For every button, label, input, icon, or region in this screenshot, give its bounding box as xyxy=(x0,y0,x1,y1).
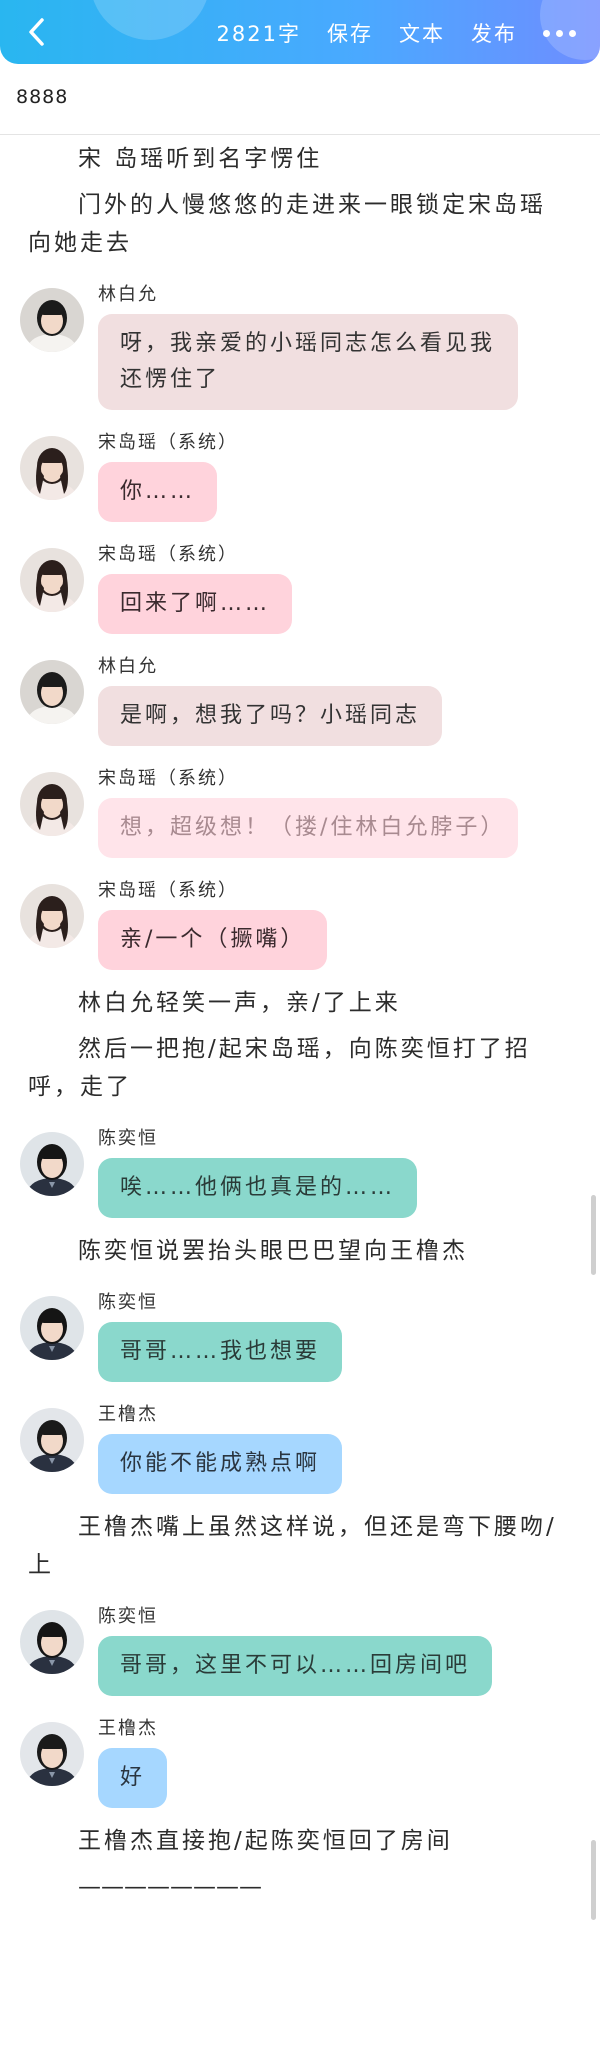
avatar[interactable] xyxy=(20,1408,84,1472)
narration-paragraph: 陈奕恒说罢抬头眼巴巴望向王橹杰 xyxy=(78,1238,468,1264)
sender-name: 宋岛瑶（系统） xyxy=(98,432,238,453)
message-bubble[interactable]: 好 xyxy=(98,1748,168,1808)
narration-paragraph: 宋 岛瑶听到名字愣住 xyxy=(78,146,323,172)
message-bubble[interactable]: 哥哥……我也想要 xyxy=(98,1322,343,1382)
sender-name: 宋岛瑶（系统） xyxy=(98,880,238,901)
more-dots-icon[interactable] xyxy=(543,29,576,37)
chat-message: 王橹杰好 xyxy=(0,1710,600,1808)
decorative-blob xyxy=(90,0,210,40)
sender-name: 宋岛瑶（系统） xyxy=(98,768,238,789)
sender-name: 陈奕恒 xyxy=(98,1606,158,1627)
document-title[interactable]: 8888 xyxy=(16,86,68,108)
message-bubble[interactable]: 是啊，想我了吗？小瑶同志 xyxy=(98,686,443,746)
avatar[interactable] xyxy=(20,660,84,724)
word-count: 2821字 xyxy=(216,22,301,46)
sender-name: 陈奕恒 xyxy=(98,1292,158,1313)
narration-paragraph: 然后一把抱/起宋岛瑶，向陈奕恒打了招呼，走了 xyxy=(28,1036,531,1100)
message-bubble[interactable]: 亲/一个（撅嘴） xyxy=(98,910,328,970)
scrollbar[interactable] xyxy=(591,1195,596,1275)
chat-message: 林白允是啊，想我了吗？小瑶同志 xyxy=(0,648,600,746)
chat-message: 宋岛瑶（系统） 亲/一个（撅嘴） xyxy=(0,872,600,970)
narration-paragraph: 门外的人慢悠悠的走进来一眼锁定宋岛瑶向她走去 xyxy=(28,192,546,256)
avatar[interactable] xyxy=(20,548,84,612)
message-bubble[interactable]: 想，超级想！（搂/住林白允脖子） xyxy=(98,798,518,858)
avatar[interactable] xyxy=(20,1132,84,1196)
chat-message: 林白允呀，我亲爱的小瑶同志怎么看见我还愣住了 xyxy=(0,276,600,410)
narration-paragraph: 王橹杰直接抱/起陈奕恒回了房间 xyxy=(78,1828,453,1854)
publish-button[interactable]: 发布 xyxy=(471,18,517,48)
save-button[interactable]: 保存 xyxy=(327,18,373,48)
narration-paragraph: ———————— xyxy=(78,1874,262,1900)
chat-message: 宋岛瑶（系统） 你…… xyxy=(0,424,600,522)
sender-name: 王橹杰 xyxy=(98,1718,158,1739)
sender-name: 宋岛瑶（系统） xyxy=(98,544,238,565)
sender-name: 陈奕恒 xyxy=(98,1128,158,1149)
narration-paragraph: 林白允轻笑一声，亲/了上来 xyxy=(78,990,401,1016)
chat-message: 陈奕恒唉……他俩也真是的…… xyxy=(0,1120,600,1218)
avatar[interactable] xyxy=(20,884,84,948)
avatar[interactable] xyxy=(20,436,84,500)
top-toolbar: 2821字 保存 文本 发布 xyxy=(0,0,600,64)
chat-content: 宋 岛瑶听到名字愣住 门外的人慢悠悠的走进来一眼锁定宋岛瑶向她走去 林白允 呀，我亲… xyxy=(0,134,600,1914)
avatar[interactable] xyxy=(20,1722,84,1786)
scrollbar[interactable] xyxy=(591,1840,596,1920)
message-bubble[interactable]: 唉……他俩也真是的…… xyxy=(98,1158,418,1218)
avatar[interactable] xyxy=(20,1296,84,1360)
sender-name: 林白允 xyxy=(98,284,158,305)
back-chevron-icon xyxy=(27,17,45,47)
chat-message: 陈奕恒哥哥，这里不可以……回房间吧 xyxy=(0,1598,600,1696)
avatar[interactable] xyxy=(20,772,84,836)
avatar[interactable] xyxy=(20,1610,84,1674)
sender-name: 林白允 xyxy=(98,656,158,677)
chat-message: 王橹杰你能不能成熟点啊 xyxy=(0,1396,600,1494)
chat-message: 宋岛瑶（系统） 回来了啊…… xyxy=(0,536,600,634)
narration-paragraph: 王橹杰嘴上虽然这样说，但还是弯下腰吻/上 xyxy=(28,1514,557,1578)
chat-message: 宋岛瑶（系统） 想，超级想！（搂/住林白允脖子） xyxy=(0,760,600,858)
message-bubble[interactable]: 你…… xyxy=(98,462,218,522)
message-bubble[interactable]: 回来了啊…… xyxy=(98,574,293,634)
avatar[interactable] xyxy=(20,288,84,352)
message-bubble[interactable]: 呀，我亲爱的小瑶同志怎么看见我还愣住了 xyxy=(98,314,518,410)
title-row[interactable]: 8888 xyxy=(0,64,600,135)
sender-name: 王橹杰 xyxy=(98,1404,158,1425)
message-bubble[interactable]: 哥哥，这里不可以……回房间吧 xyxy=(98,1636,493,1696)
chat-message: 陈奕恒哥哥……我也想要 xyxy=(0,1284,600,1382)
text-button[interactable]: 文本 xyxy=(399,18,445,48)
back-button[interactable] xyxy=(16,12,56,52)
message-bubble[interactable]: 你能不能成熟点啊 xyxy=(98,1434,343,1494)
